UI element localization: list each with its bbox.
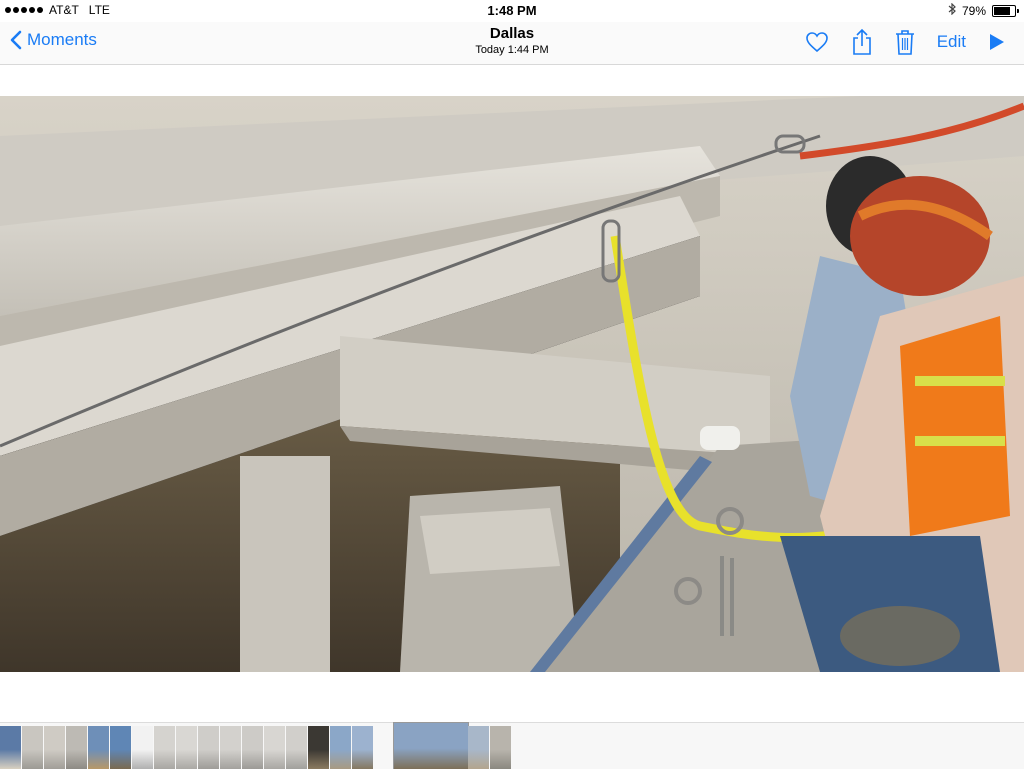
edit-button[interactable]: Edit [937, 32, 966, 52]
play-button[interactable] [988, 32, 1006, 52]
share-icon [852, 28, 871, 55]
delete-button[interactable] [895, 29, 915, 55]
play-icon [990, 34, 1004, 50]
bluetooth-icon [948, 2, 956, 18]
thumbnail[interactable] [220, 726, 241, 769]
thumbnail[interactable] [286, 726, 307, 769]
thumbnail-strip [0, 722, 1024, 769]
thumbnail[interactable] [22, 726, 43, 769]
thumbnail[interactable] [176, 726, 197, 769]
photo-illustration [0, 96, 1024, 672]
thumbnail[interactable] [154, 726, 175, 769]
photo-image[interactable] [0, 96, 1024, 672]
thumbnail[interactable] [66, 726, 87, 769]
thumbnail[interactable] [0, 726, 21, 769]
thumbnail[interactable] [88, 726, 109, 769]
nav-bar: Moments Dallas Today 1:44 PM Edit [0, 22, 1024, 65]
battery-fill [994, 6, 1010, 15]
thumbnail[interactable] [330, 726, 351, 769]
status-time: 1:48 PM [487, 3, 537, 18]
trash-icon [895, 30, 914, 55]
share-button[interactable] [851, 28, 873, 56]
heart-icon [805, 32, 828, 53]
thumbnail[interactable] [490, 726, 511, 769]
thumbnail[interactable] [132, 726, 153, 769]
thumbnail[interactable] [468, 726, 489, 769]
thumbnail[interactable] [110, 726, 131, 769]
thumbnail-selected[interactable] [393, 722, 469, 769]
thumbnail[interactable] [264, 726, 285, 769]
thumbnail[interactable] [44, 726, 65, 769]
battery-percent: 79% [961, 3, 986, 18]
battery-icon [992, 4, 1019, 17]
favorite-button[interactable] [805, 31, 829, 53]
nav-actions: Edit [805, 28, 1006, 56]
thumbnail[interactable] [242, 726, 263, 769]
status-right: 79% [948, 2, 1019, 18]
thumbnail[interactable] [308, 726, 329, 769]
status-bar: AT&T LTE 1:48 PM 79% [0, 0, 1024, 22]
thumbnail[interactable] [198, 726, 219, 769]
thumbnail[interactable] [352, 726, 373, 769]
